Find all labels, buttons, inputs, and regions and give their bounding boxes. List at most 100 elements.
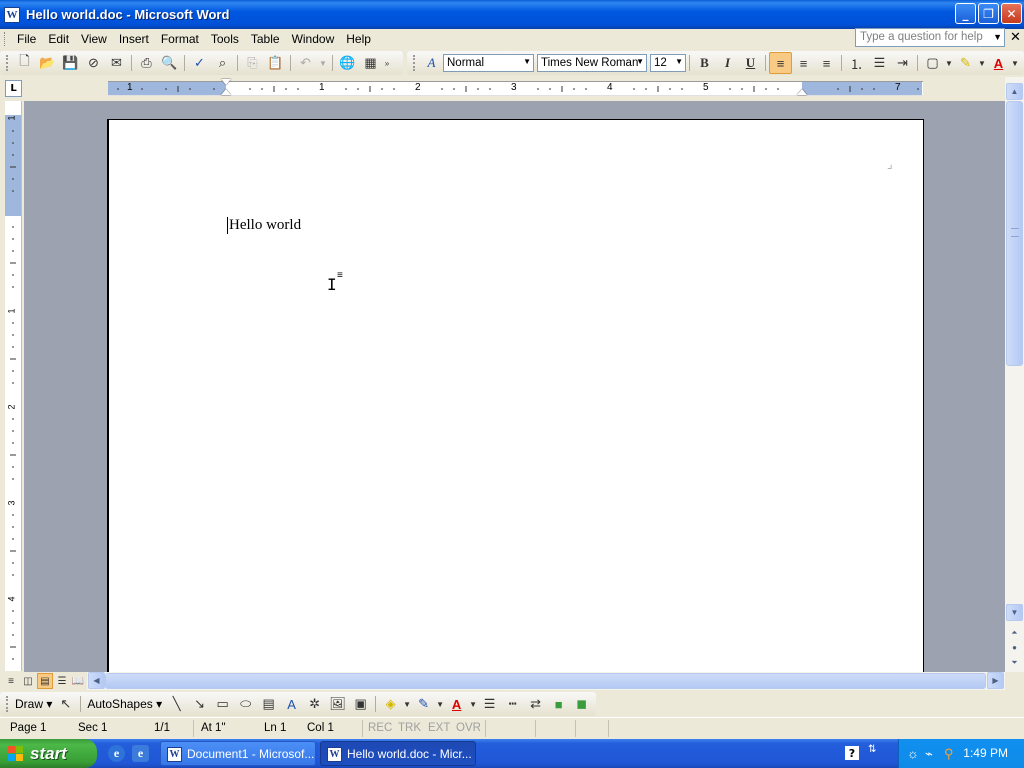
toolbar-grip[interactable] (6, 696, 9, 712)
tab-selector[interactable]: L (5, 80, 22, 97)
menu-format[interactable]: Format (155, 32, 205, 46)
document-close-icon[interactable]: ✕ (1010, 30, 1021, 45)
document-page[interactable]: ⌟ Hello world I ≡ (107, 119, 924, 672)
italic-button[interactable]: I (716, 52, 739, 74)
draw-font-color-dropdown-icon[interactable]: ▼ (468, 693, 478, 715)
font-color-icon[interactable]: A (987, 52, 1010, 74)
print-preview-icon[interactable]: 🔍 (158, 52, 181, 74)
scroll-up-icon[interactable]: ▲ (1006, 83, 1023, 100)
scroll-right-icon[interactable]: ▶ (987, 672, 1004, 689)
menu-insert[interactable]: Insert (113, 32, 155, 46)
toolbar-grip[interactable] (413, 55, 416, 71)
arrow-style-icon[interactable]: ⇄ (524, 693, 547, 715)
restore-button[interactable]: ❐ (978, 3, 999, 24)
paste-icon[interactable]: 📋 (264, 52, 287, 74)
font-select[interactable]: Times New Roman ▼ (537, 54, 647, 72)
research-icon[interactable]: ⌕ (211, 52, 234, 74)
line-color-icon[interactable]: ✎ (412, 693, 435, 715)
new-document-icon[interactable]: 🗋 (13, 52, 36, 74)
highlight-dropdown-icon[interactable]: ▼ (977, 52, 987, 74)
borders-icon[interactable]: ▢ (921, 52, 944, 74)
fill-color-dropdown-icon[interactable]: ▼ (402, 693, 412, 715)
taskbar-item-hello-world[interactable]: W Hello world.doc - Micr... (320, 741, 476, 766)
clock[interactable]: 1:49 PM (963, 746, 1008, 760)
draw-menu-button[interactable]: Draw ▾ (13, 697, 54, 711)
line-style-icon[interactable]: ☰ (478, 693, 501, 715)
toolbar-options-icon[interactable]: » (382, 52, 392, 74)
status-ext[interactable]: EXT (428, 722, 450, 734)
print-layout-view-icon[interactable]: ▤ (37, 673, 53, 689)
status-ovr[interactable]: OVR (456, 722, 481, 734)
style-select[interactable]: Normal ▼ (443, 54, 534, 72)
numbering-icon[interactable]: ⒈ (845, 52, 868, 74)
horizontal-ruler[interactable]: 1 1 2 3 4 5 7 (108, 79, 923, 96)
menu-view[interactable]: View (75, 32, 113, 46)
horizontal-scrollbar[interactable]: ◀ ▶ (87, 672, 1005, 690)
3d-style-icon[interactable]: ◼ (570, 693, 593, 715)
next-page-icon[interactable]: ⏷ (1006, 654, 1023, 671)
font-color-dropdown-icon[interactable]: ▼ (1010, 52, 1020, 74)
insert-picture-icon[interactable]: ▣ (349, 693, 372, 715)
search-tray-icon[interactable]: ⚲ (944, 746, 954, 762)
horizontal-scroll-thumb[interactable] (105, 673, 986, 689)
word-app-icon[interactable]: W (4, 6, 20, 23)
copy-icon[interactable]: ⎘ (241, 52, 264, 74)
internet-explorer-icon[interactable]: e (108, 745, 125, 762)
dash-style-icon[interactable]: ┅ (501, 693, 524, 715)
open-folder-icon[interactable]: 📂 (36, 52, 59, 74)
menu-edit[interactable]: Edit (42, 32, 75, 46)
save-icon[interactable]: 💾 (59, 52, 82, 74)
close-button[interactable]: ✕ (1001, 3, 1022, 24)
toolbar-grip[interactable] (6, 55, 9, 71)
indent-icon[interactable]: ⇥ (891, 52, 914, 74)
normal-view-icon[interactable]: ≡ (3, 673, 19, 689)
minimize-button[interactable]: _ (955, 3, 976, 24)
wordart-icon[interactable]: A (280, 693, 303, 715)
underline-button[interactable]: U (739, 52, 762, 74)
scroll-left-icon[interactable]: ◀ (88, 672, 105, 689)
taskbar-item-document1[interactable]: W Document1 - Microsof... (160, 741, 316, 766)
menu-tools[interactable]: Tools (205, 32, 245, 46)
rectangle-icon[interactable]: ▭ (211, 693, 234, 715)
line-icon[interactable]: ╲ (165, 693, 188, 715)
fill-color-icon[interactable]: ◈ (379, 693, 402, 715)
menu-file[interactable]: File (11, 32, 42, 46)
chevron-down-icon[interactable]: ▼ (675, 57, 683, 66)
menu-help[interactable]: Help (340, 32, 377, 46)
help-search-input[interactable]: Type a question for help ▼ (855, 28, 1005, 47)
start-button[interactable]: start (0, 739, 97, 768)
left-indent-marker[interactable] (221, 89, 231, 95)
undo-icon[interactable]: ↶ (294, 52, 317, 74)
arrow-icon[interactable]: ↘ (188, 693, 211, 715)
scroll-down-icon[interactable]: ▼ (1006, 604, 1023, 621)
permission-icon[interactable]: ⊘ (82, 52, 105, 74)
table-icon[interactable]: ▦ (359, 52, 382, 74)
vertical-ruler[interactable]: 1 1 2 3 4 (5, 101, 22, 671)
styles-icon[interactable]: A (420, 52, 443, 74)
menubar-grip[interactable] (4, 32, 7, 46)
first-line-indent-marker[interactable] (221, 79, 231, 85)
document-text[interactable]: Hello world (229, 217, 301, 234)
borders-dropdown-icon[interactable]: ▼ (944, 52, 954, 74)
clip-art-icon[interactable]: 🖼 (326, 693, 349, 715)
help-dropdown-icon[interactable]: ▼ (993, 29, 1002, 46)
chevron-down-icon[interactable]: ▼ (636, 57, 644, 66)
status-rec[interactable]: REC (368, 722, 392, 734)
align-right-icon[interactable]: ≡ (815, 52, 838, 74)
menu-table[interactable]: Table (245, 32, 286, 46)
bold-button[interactable]: B (693, 52, 716, 74)
spelling-icon[interactable]: ✓ (188, 52, 211, 74)
line-color-dropdown-icon[interactable]: ▼ (435, 693, 445, 715)
diagram-icon[interactable]: ✲ (303, 693, 326, 715)
outline-view-icon[interactable]: ☰ (54, 673, 70, 689)
font-size-select[interactable]: 12 ▼ (650, 54, 686, 72)
hyperlink-icon[interactable]: 🌐 (336, 52, 359, 74)
help-tray-icon[interactable]: ? (845, 746, 859, 760)
print-icon[interactable]: ⎙ (135, 52, 158, 74)
vertical-scrollbar[interactable]: ▲ ▼ ⏶ ● ⏷ (1005, 77, 1024, 672)
vertical-scroll-thumb[interactable] (1006, 101, 1023, 366)
connection-tray-icon[interactable]: ⌁ (925, 746, 933, 762)
oval-icon[interactable]: ⬭ (234, 693, 257, 715)
web-layout-view-icon[interactable]: ◫ (20, 673, 36, 689)
align-center-icon[interactable]: ≡ (792, 52, 815, 74)
